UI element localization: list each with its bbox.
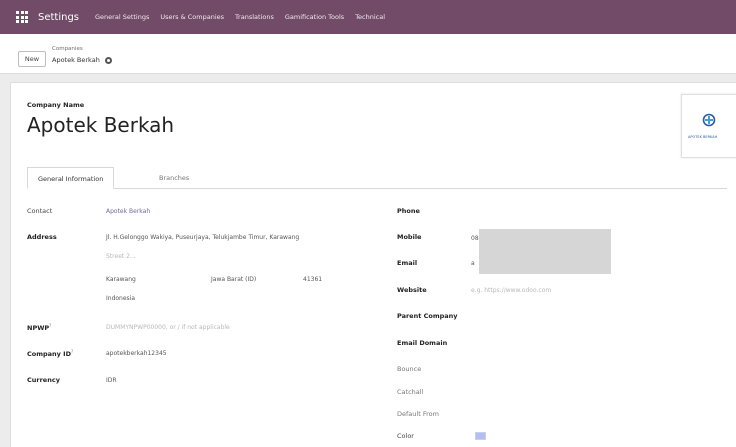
gear-icon[interactable] [104, 56, 112, 64]
new-button[interactable]: New [18, 51, 46, 67]
apps-menu-icon[interactable] [16, 11, 28, 23]
app-title[interactable]: Settings [38, 12, 79, 23]
website-field[interactable]: e.g. https://www.odoo.com [471, 287, 551, 294]
email-domain-label: Email Domain [397, 339, 448, 347]
company-name-label: Company Name [27, 101, 85, 109]
parent-company-label: Parent Company [397, 312, 458, 320]
form-sheet: Company Name Apotek Berkah APOTEK BERKAH… [10, 82, 736, 447]
bounce-label: Bounce [397, 365, 422, 373]
redacted-contact-block [479, 229, 611, 274]
nav-technical[interactable]: Technical [355, 13, 385, 21]
color-label: Color [397, 432, 414, 440]
nav-users-companies[interactable]: Users & Companies [160, 13, 224, 21]
state-field[interactable]: Jawa Barat (ID) [211, 276, 256, 283]
mobile-field[interactable]: 08 [471, 235, 479, 242]
breadcrumb-companies[interactable]: Companies [52, 46, 83, 52]
phone-label: Phone [397, 207, 420, 215]
logo-icon [702, 113, 716, 127]
npwp-label: NPWP? [27, 323, 52, 333]
control-panel: New Companies Apotek Berkah [0, 34, 736, 74]
website-label: Website [397, 286, 427, 294]
breadcrumb-current-label: Apotek Berkah [52, 56, 100, 64]
nav-gamification-tools[interactable]: Gamification Tools [285, 13, 344, 21]
logo-text: APOTEK BERKAH [688, 135, 718, 139]
email-label: Email [397, 259, 418, 267]
contact-value[interactable]: Apotek Berkah [106, 208, 150, 215]
breadcrumb-current: Apotek Berkah [52, 56, 112, 64]
top-navbar: Settings General Settings Users & Compan… [0, 0, 736, 34]
country-field[interactable]: Indonesia [106, 295, 135, 302]
mobile-label: Mobile [397, 233, 422, 241]
form-tabs: General Information Branches [27, 167, 727, 189]
zip-field[interactable]: 41361 [303, 276, 322, 283]
city-field[interactable]: Karawang [106, 276, 136, 283]
nav-translations[interactable]: Translations [235, 13, 274, 21]
currency-label: Currency [27, 376, 60, 384]
catchall-label: Catchall [397, 388, 424, 396]
email-field[interactable]: a [471, 260, 475, 267]
company-id-label: Company ID? [27, 349, 74, 359]
street-field[interactable]: Jl. H.Gelonggo Wakiya, Puseurjaya, Teluk… [106, 234, 299, 241]
street2-field[interactable]: Street 2... [106, 253, 136, 260]
currency-field[interactable]: IDR [106, 377, 117, 384]
color-swatch[interactable] [475, 432, 486, 440]
nav-general-settings[interactable]: General Settings [95, 13, 149, 21]
address-label: Address [27, 233, 57, 241]
npwp-field[interactable]: DUMMYNPWP00000, or / if not applicable [106, 324, 230, 331]
company-name-field[interactable]: Apotek Berkah [27, 113, 174, 137]
tab-general-information[interactable]: General Information [27, 167, 115, 189]
contact-label: Contact [27, 207, 53, 215]
default-from-label: Default From [397, 410, 439, 418]
company-logo[interactable]: APOTEK BERKAH [681, 94, 736, 158]
company-id-field[interactable]: apotekberkah12345 [106, 350, 167, 357]
tab-branches[interactable]: Branches [149, 167, 199, 189]
